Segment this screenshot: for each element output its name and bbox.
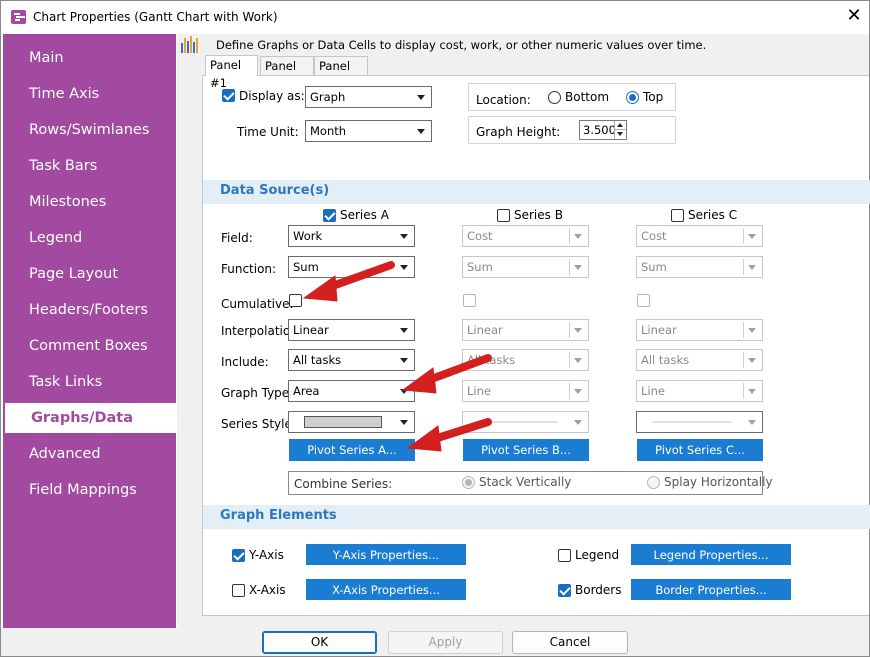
sidebar-item-legend[interactable]: Legend (3, 223, 176, 253)
sidebar: Main Time Axis Rows/Swimlanes Task Bars Mile… (3, 34, 176, 628)
cancel-button[interactable]: Cancel (512, 631, 628, 654)
tab-panel-2[interactable]: Panel #2 (260, 56, 314, 91)
sidebar-item-advanced[interactable]: Advanced (3, 439, 176, 469)
annotation-arrow-graph-type-head (401, 367, 437, 394)
sidebar-item-page-layout[interactable]: Page Layout (3, 259, 176, 289)
sidebar-item-milestones[interactable]: Milestones (3, 187, 176, 217)
page-description: Define Graphs or Data Cells to display c… (216, 38, 707, 52)
annotation-arrow-cumulative-head (302, 275, 338, 302)
sidebar-item-main[interactable]: Main (3, 43, 176, 73)
title-bar: Chart Properties (Gantt Chart with Work)… (1, 1, 869, 33)
sidebar-item-rows-swimlanes[interactable]: Rows/Swimlanes (3, 115, 176, 145)
sidebar-item-task-bars[interactable]: Task Bars (3, 151, 176, 181)
annotation-arrow-graph-type-line (422, 354, 492, 385)
app-icon (11, 10, 26, 24)
annotation-arrows (302, 261, 492, 452)
main-content: Define Graphs or Data Cells to display c… (177, 34, 870, 628)
annotation-arrow-cumulative-line (323, 261, 395, 292)
close-icon[interactable]: ✕ (841, 4, 867, 28)
sidebar-item-comment-boxes[interactable]: Comment Boxes (3, 331, 176, 361)
sidebar-item-time-axis[interactable]: Time Axis (3, 79, 176, 109)
dialog-footer: OK Apply Cancel (1, 628, 869, 656)
tab-panel-3[interactable]: Panel #3 (314, 56, 368, 91)
ok-button[interactable]: OK (262, 631, 377, 654)
sidebar-item-field-mappings[interactable]: Field Mappings (3, 475, 176, 505)
tab-panel-1[interactable]: Panel #1 (205, 55, 258, 90)
annotation-arrow-pivot-head (406, 425, 442, 452)
sidebar-item-graphs-data-cells[interactable]: Graphs/Data Cells (5, 403, 176, 456)
graph-bars-icon (181, 36, 199, 53)
sidebar-item-headers-footers[interactable]: Headers/Footers (3, 295, 176, 325)
apply-button[interactable]: Apply (388, 631, 503, 654)
sidebar-item-task-links[interactable]: Task Links (3, 367, 176, 397)
chart-properties-dialog: Chart Properties (Gantt Chart with Work)… (0, 0, 870, 657)
window-title: Chart Properties (Gantt Chart with Work) (33, 10, 278, 24)
panel-1: Display as: Graph Time Unit: Month Locat… (202, 75, 870, 616)
